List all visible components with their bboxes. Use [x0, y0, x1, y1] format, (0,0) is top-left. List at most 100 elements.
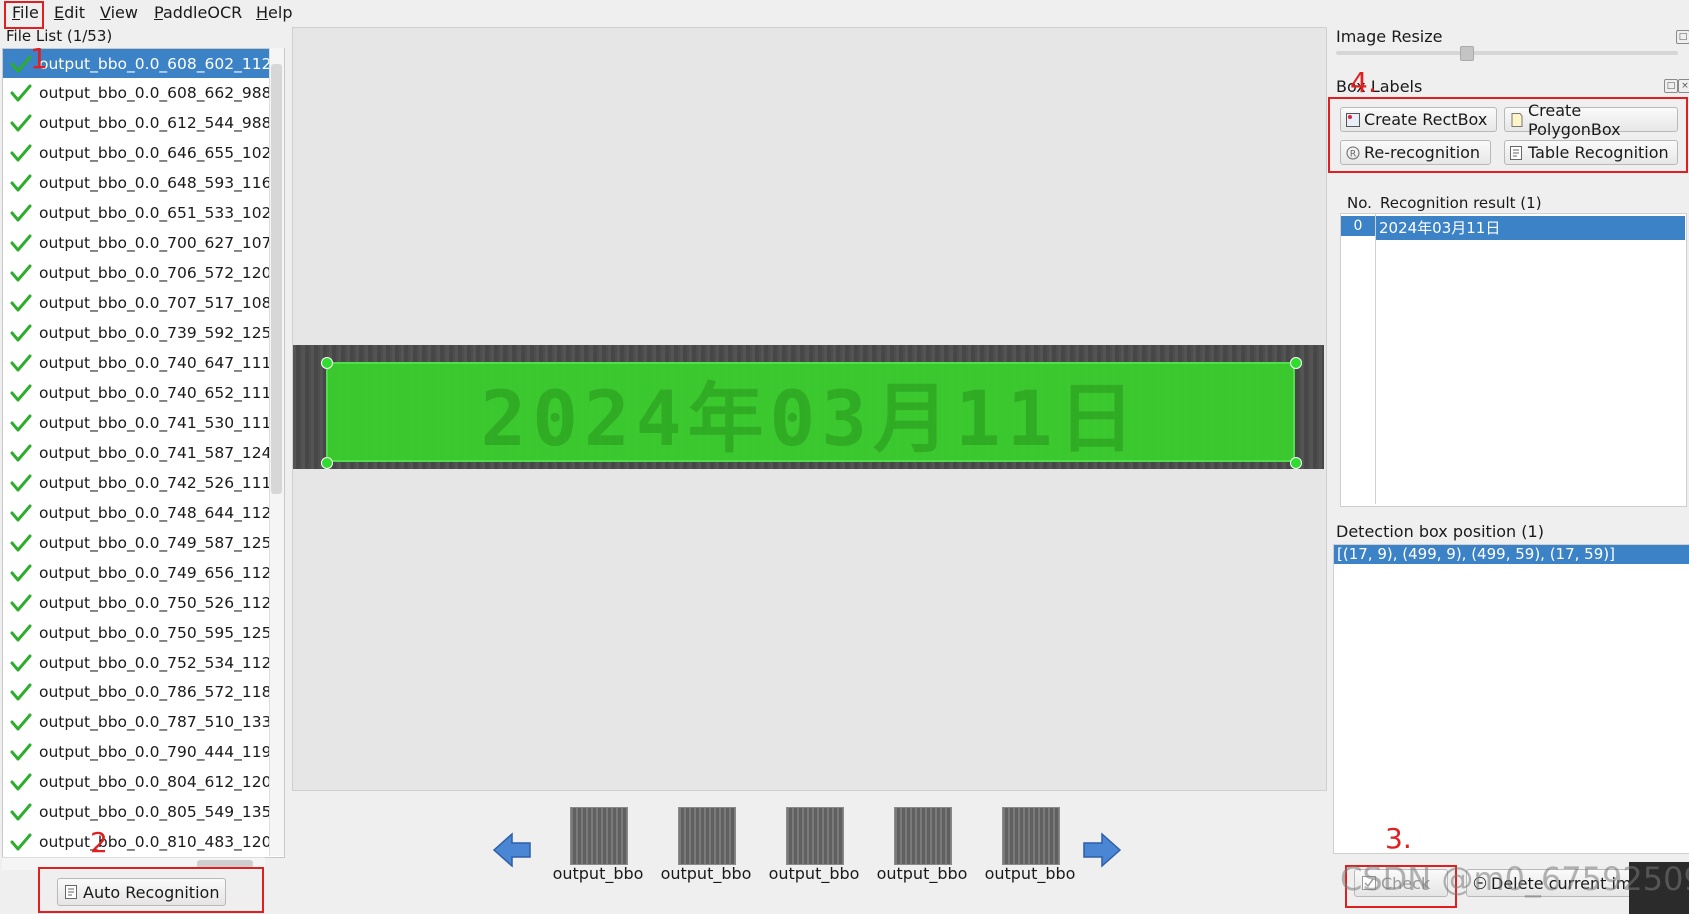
file-list-item[interactable]: output_bbo_0.0_648_593_116 [3, 169, 269, 198]
file-name: output_bbo_0.0_804_612_120 [39, 773, 269, 792]
image-resize-slider[interactable] [1336, 51, 1678, 55]
menu-bar: File Edit View PaddleOCR Help [0, 0, 1689, 27]
check-icon [10, 564, 32, 582]
bbox-vertex[interactable] [1290, 457, 1302, 469]
file-name: output_bbo_0.0_740_652_111 [39, 383, 269, 402]
image-thumbnail[interactable] [678, 807, 736, 865]
dock-close-icon[interactable]: × [1678, 79, 1689, 93]
image-thumbnail[interactable] [894, 807, 952, 865]
menu-view[interactable]: View [100, 3, 138, 22]
recognition-no-column [1341, 214, 1376, 504]
check-icon [10, 594, 32, 612]
file-list-item[interactable]: output_bbo_0.0_651_533_102 [3, 199, 269, 228]
file-list-item[interactable]: output_bbo_0.0_749_587_125 [3, 528, 269, 557]
recognition-row-number[interactable]: 0 [1341, 216, 1375, 236]
watermark: CSDN @m0_67592509 [1340, 860, 1689, 898]
file-list-item[interactable]: output_bbo_0.0_752_534_112 [3, 648, 269, 677]
check-icon [10, 55, 32, 72]
file-list-item[interactable]: output_bbo_0.0_612_544_988 [3, 109, 269, 138]
file-name: output_bbo_0.0_742_526_111 [39, 473, 269, 492]
file-list-item[interactable]: output_bbo_0.0_742_526_111 [3, 468, 269, 497]
detection-box-list [1333, 544, 1689, 854]
file-list-item[interactable]: output_bbo_0.0_750_526_112 [3, 588, 269, 617]
file-list-item[interactable]: output_bbo_0.0_810_483_120 [3, 828, 269, 857]
file-list-item[interactable]: output_bbo_0.0_787_510_133 [3, 708, 269, 737]
check-icon-wrap [3, 772, 39, 792]
file-list: output_bbo_0.0_608_602_112 output_bbo_0.0… [2, 48, 285, 858]
file-list-item[interactable]: output_bbo_0.0_740_652_111 [3, 378, 269, 407]
annotation-number-1: 1 [30, 42, 48, 75]
file-name: output_bbo_0.0_739_592_125 [39, 324, 269, 343]
bbox-vertex[interactable] [1290, 357, 1302, 369]
bbox-vertex[interactable] [321, 357, 333, 369]
image-thumbnail[interactable] [570, 807, 628, 865]
image-thumbnail[interactable] [1002, 807, 1060, 865]
check-icon [10, 414, 32, 432]
file-name: output_bbo_0.0_749_656_112 [39, 563, 269, 582]
file-list-item[interactable]: output_bbo_0.0_740_647_111 [3, 349, 269, 378]
scrollbar-thumb[interactable] [271, 64, 282, 494]
file-list-item[interactable]: output_bbo_0.0_749_656_112 [3, 558, 269, 587]
file-list-item[interactable]: output_bbo_0.0_790_444_119 [3, 738, 269, 767]
annotation-box-2 [38, 867, 264, 913]
file-list-item[interactable]: output_bbo_0.0_700_627_107 [3, 229, 269, 258]
check-icon-wrap [3, 263, 39, 283]
file-name: output_bbo_0.0_700_627_107 [39, 234, 269, 253]
check-icon [10, 683, 32, 701]
detection-bounding-box[interactable]: 2024年03月11日 [326, 362, 1295, 463]
recognition-header-no: No. [1347, 194, 1372, 212]
file-list-item[interactable]: output_bbo_0.0_739_592_125 [3, 319, 269, 348]
check-icon [10, 294, 32, 312]
file-name: output_bbo_0.0_651_533_102 [39, 204, 269, 223]
detection-box-row[interactable]: [(17, 9), (499, 9), (499, 59), (17, 59)] [1334, 545, 1689, 564]
menu-help[interactable]: Help [256, 3, 292, 22]
check-icon-wrap [3, 503, 39, 523]
thumbnail-label: output_bbo [876, 864, 968, 883]
recognition-header-result: Recognition result (1) [1380, 194, 1542, 212]
bbox-vertex[interactable] [321, 457, 333, 469]
annotation-number-2: 2 [90, 826, 108, 859]
file-list-item[interactable]: output_bbo_0.0_750_595_125 [3, 618, 269, 647]
box-text-ghost: 2024年03月11日 [480, 374, 1141, 463]
file-list-item[interactable]: output_bbo_0.0_741_587_124 [3, 438, 269, 467]
check-icon-wrap [3, 682, 39, 702]
file-list-scrollbar[interactable] [269, 48, 284, 856]
check-icon [10, 534, 32, 552]
check-icon [10, 833, 32, 851]
check-icon-wrap [3, 742, 39, 762]
menu-edit[interactable]: Edit [54, 3, 85, 22]
box-labels-title: Box Labels [1336, 77, 1423, 96]
file-name: output_bbo_0.0_749_587_125 [39, 533, 269, 552]
file-list-item[interactable]: output_bbo_0.0_706_572_120 [3, 259, 269, 288]
file-list-item[interactable]: output_bbo_0.0_786_572_118 [3, 678, 269, 707]
recognition-row-value[interactable]: 2024年03月11日 [1376, 216, 1685, 240]
file-list-item[interactable]: output_bbo_0.0_741_530_111 [3, 408, 269, 437]
dock-float-icon[interactable]: □ [1664, 79, 1678, 93]
image-resize-slider-handle[interactable] [1460, 46, 1474, 61]
thumbnail-label: output_bbo [984, 864, 1076, 883]
dock-float-icon[interactable]: □ [1676, 30, 1689, 44]
next-image-arrow-icon[interactable] [1082, 830, 1122, 870]
check-icon-wrap [3, 203, 39, 223]
file-list-item[interactable]: output_bbo_0.0_707_517_108 [3, 289, 269, 318]
check-icon [10, 654, 32, 671]
file-list-item[interactable]: output_bbo_0.0_608_662_988 [3, 79, 269, 108]
file-name: output_bbo_0.0_608_602_112 [39, 54, 269, 73]
file-list-item[interactable]: output_bbo_0.0_805_549_135 [3, 798, 269, 827]
file-name: output_bbo_0.0_750_595_125 [39, 623, 269, 642]
file-name: output_bbo_0.0_646_655_102 [39, 144, 269, 163]
file-list-item[interactable]: output_bbo_0.0_646_655_102 [3, 139, 269, 168]
menu-paddleocr[interactable]: PaddleOCR [154, 3, 242, 22]
thumbnail-label: output_bbo [768, 864, 860, 883]
file-list-item[interactable]: output_bbo_0.0_804_612_120 [3, 768, 269, 797]
check-icon-wrap [3, 143, 39, 163]
prev-image-arrow-icon[interactable] [492, 830, 532, 870]
file-name: output_bbo_0.0_787_510_133 [39, 713, 269, 732]
thumbnail-label: output_bbo [552, 864, 644, 883]
file-name: output_bbo_0.0_810_483_120 [39, 833, 269, 852]
image-thumbnail[interactable] [786, 807, 844, 865]
check-icon [10, 144, 32, 162]
file-list-item[interactable]: output_bbo_0.0_748_644_112 [3, 498, 269, 527]
check-icon [10, 114, 32, 132]
check-icon-wrap [3, 593, 39, 613]
